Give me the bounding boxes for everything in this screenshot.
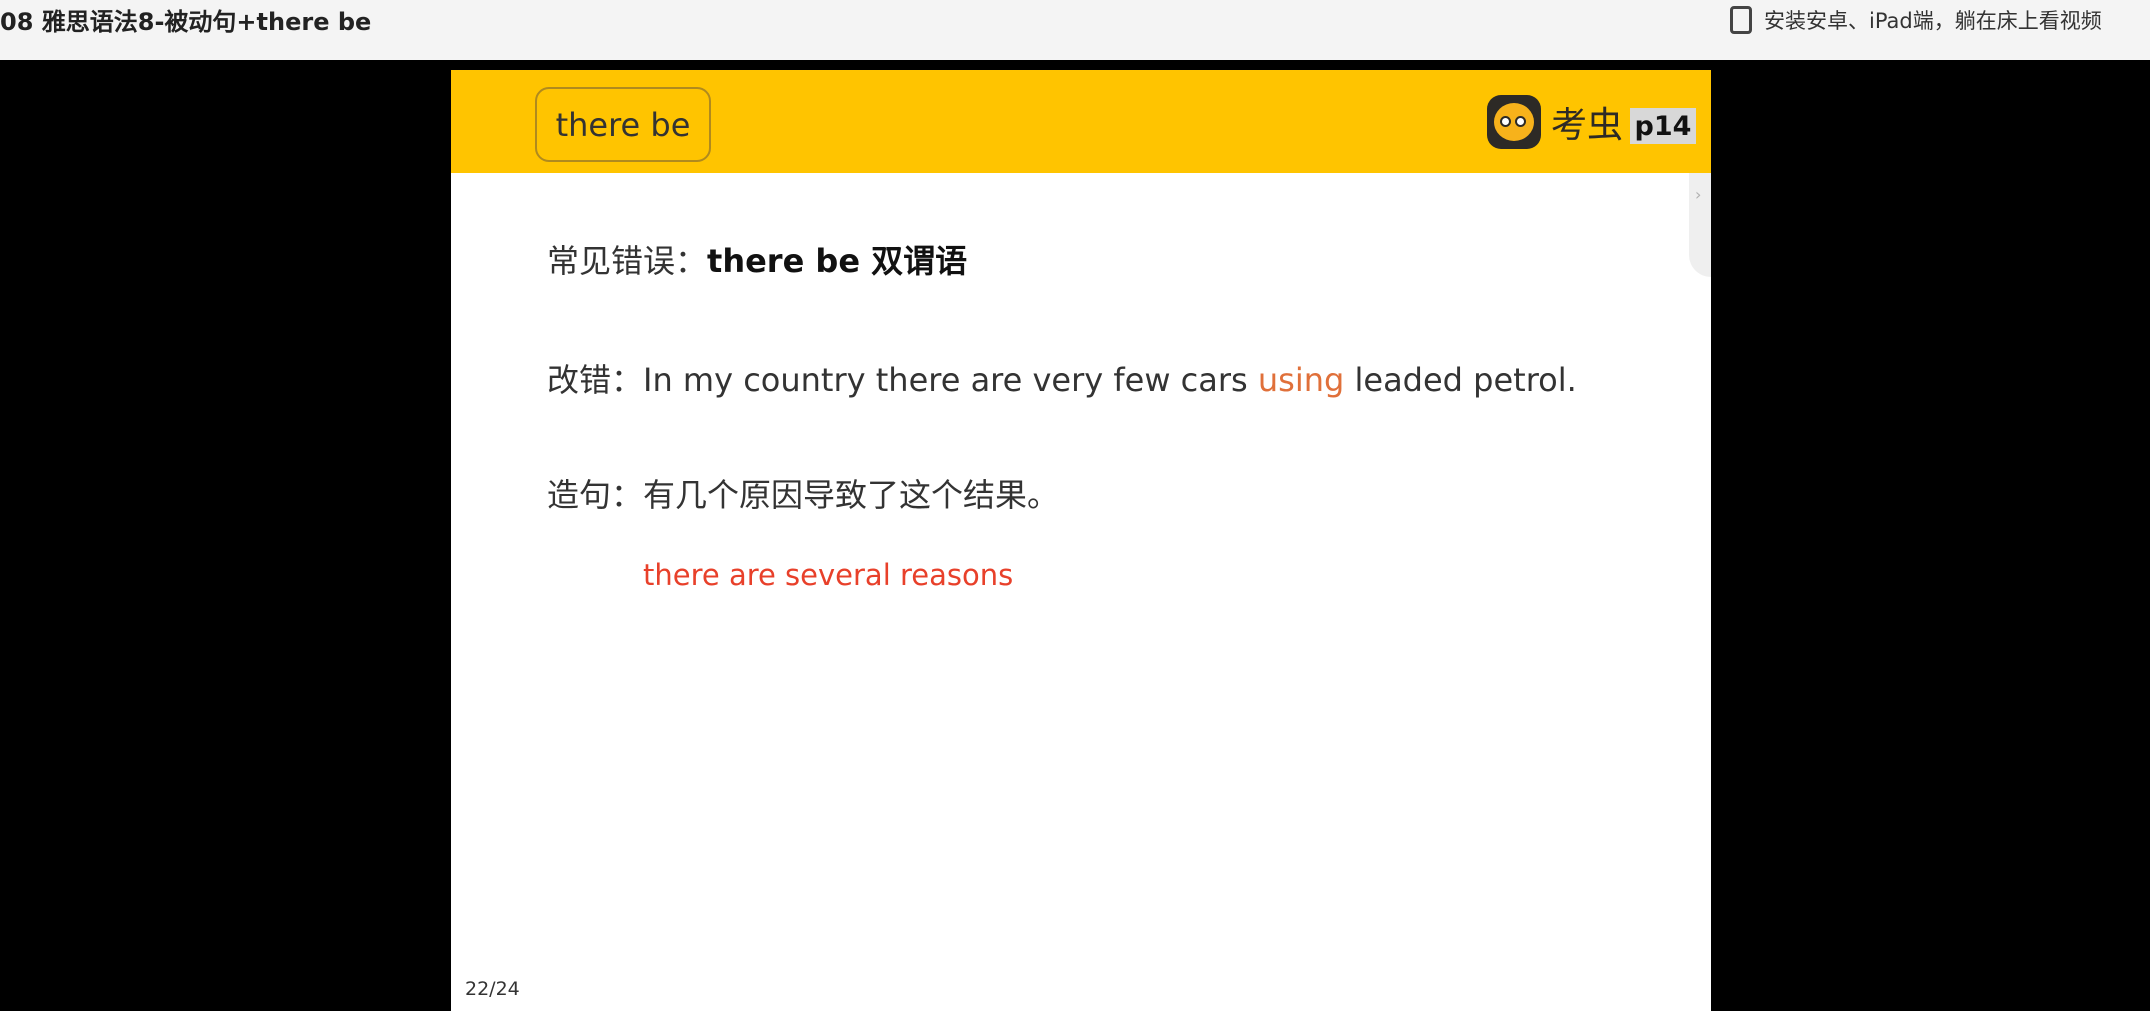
correction-text-before: In my country there are very few cars xyxy=(643,361,1258,399)
install-app-link[interactable]: 安装安卓、iPad端，躺在床上看视频 xyxy=(1730,4,2150,36)
chevron-right-icon: › xyxy=(1695,185,1702,204)
sentence-line: 造句：有几个原因导致了这个结果。 xyxy=(547,470,1059,516)
correction-text-after: leaded petrol. xyxy=(1344,361,1577,399)
logo-face xyxy=(1494,103,1534,141)
side-panel-toggle[interactable]: › xyxy=(1689,173,1711,277)
logo-eye-right xyxy=(1515,116,1526,127)
slide-counter: 22/24 xyxy=(465,978,520,1000)
page-title: 08 雅思语法8-被动句+there be xyxy=(0,8,372,36)
slide-header: there be 考虫 p14 xyxy=(451,70,1711,173)
install-app-text: 安装安卓、iPad端，躺在床上看视频 xyxy=(1764,9,2102,33)
correction-line: 改错：In my country there are very few cars… xyxy=(547,355,1577,401)
mistake-text: there be 双谓语 xyxy=(707,242,968,280)
slide: there be 考虫 p14 › 常见错误：there be 双谓语 改错：I… xyxy=(451,70,1711,1011)
correction-highlight: using xyxy=(1257,361,1345,399)
koochong-logo-icon xyxy=(1487,95,1541,149)
mistake-line: 常见错误：there be 双谓语 xyxy=(547,236,967,282)
answer-text: there are several reasons xyxy=(643,558,1014,592)
top-bar: 08 雅思语法8-被动句+there be 安装安卓、iPad端，躺在床上看视频 xyxy=(0,0,2150,60)
brand-name: 考虫 xyxy=(1551,105,1624,146)
page-tag: p14 xyxy=(1630,108,1696,144)
sentence-label: 造句： xyxy=(547,476,644,514)
correction-label: 改错： xyxy=(547,361,644,399)
logo-eye-left xyxy=(1500,116,1511,127)
topic-box: there be xyxy=(535,87,711,162)
mistake-label: 常见错误： xyxy=(547,242,708,280)
sentence-text: 有几个原因导致了这个结果。 xyxy=(643,476,1060,514)
tablet-icon xyxy=(1730,6,1752,34)
